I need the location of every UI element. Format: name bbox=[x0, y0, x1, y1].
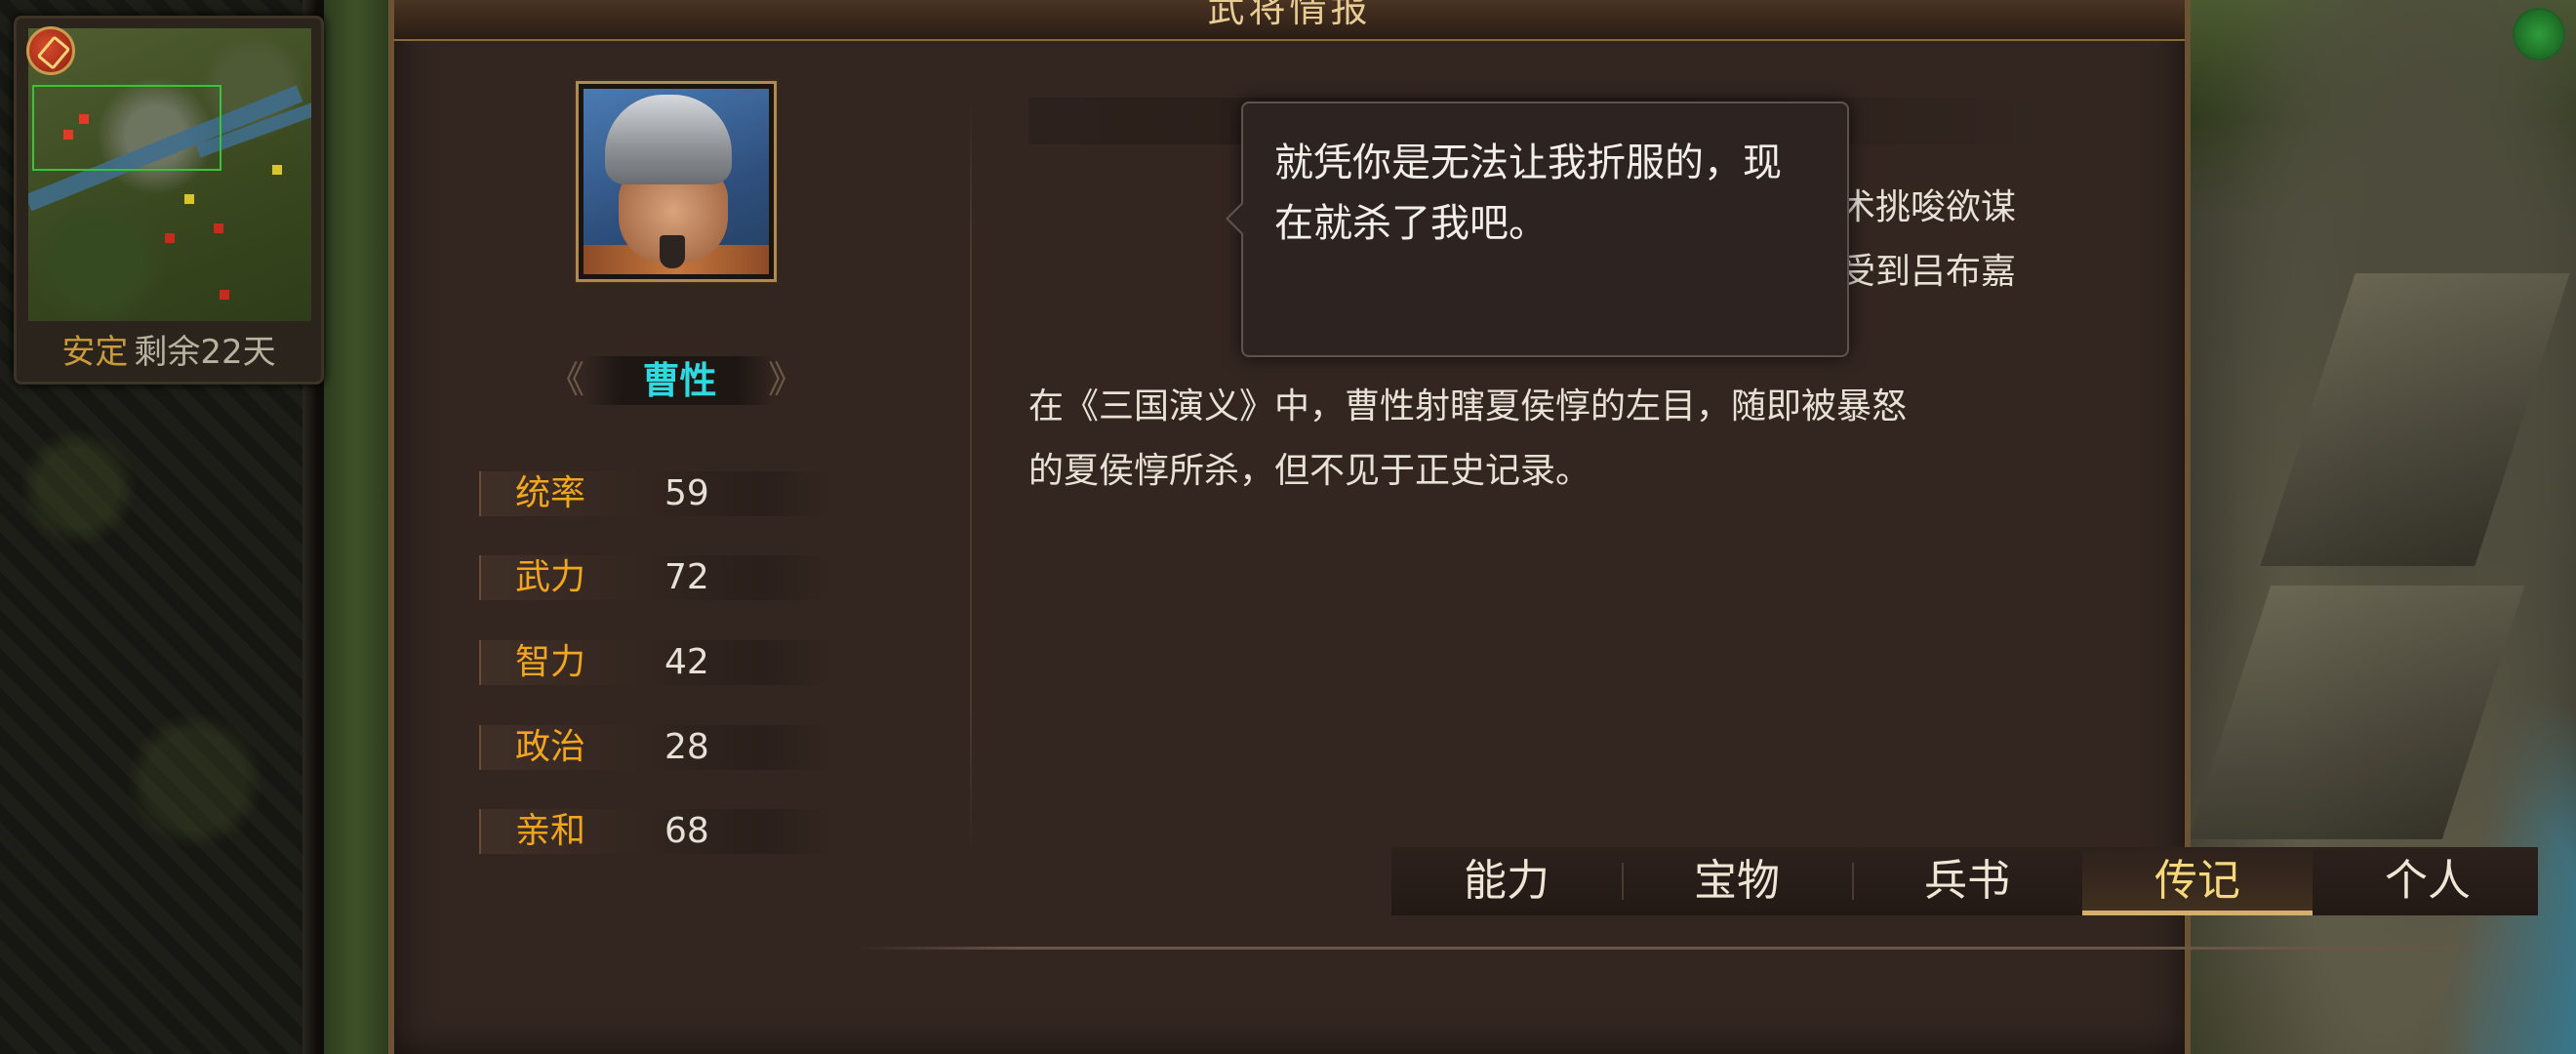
stat-label: 统率 bbox=[515, 473, 586, 513]
stat-label: 武力 bbox=[515, 557, 586, 597]
minimap[interactable] bbox=[28, 28, 311, 321]
stat-label: 亲和 bbox=[515, 811, 586, 851]
stat-value: 42 bbox=[664, 642, 709, 682]
mountain-ridge bbox=[2188, 586, 2525, 839]
minimap-city-marker bbox=[63, 130, 73, 140]
tab-military-book[interactable]: 兵书 bbox=[1852, 847, 2082, 915]
stat-label: 政治 bbox=[515, 727, 586, 767]
general-info-panel: 武将情报 《 曹性 》 统率 59 武力 72 智力 42 政治 28 亲和 6… bbox=[388, 0, 2538, 1054]
bottom-divider bbox=[858, 947, 2512, 950]
green-status-icon[interactable] bbox=[2513, 8, 2565, 61]
minimap-city-marker bbox=[79, 114, 89, 124]
map-terrain-strip bbox=[322, 0, 390, 1054]
stat-row-politics: 政治 28 bbox=[479, 725, 832, 770]
stat-row-affinity: 亲和 68 bbox=[479, 809, 832, 854]
stat-row-intelligence: 智力 42 bbox=[479, 640, 832, 685]
tab-biography[interactable]: 传记 bbox=[2082, 847, 2313, 915]
tab-ability[interactable]: 能力 bbox=[1391, 847, 1622, 915]
info-tabs: 能力 宝物 兵书 传记 个人 bbox=[1391, 847, 2538, 915]
general-portrait[interactable] bbox=[576, 81, 777, 282]
stat-row-leadership: 统率 59 bbox=[479, 471, 832, 516]
status-label: 安定 bbox=[61, 333, 129, 372]
portrait-beard bbox=[660, 235, 685, 268]
biography-line: 在《三国演义》中，曹性射瞎夏侯惇的左目，随即被暴怒 bbox=[1028, 386, 1908, 426]
stat-value: 59 bbox=[664, 473, 709, 513]
general-name-plate: 《 曹性 》 bbox=[545, 356, 814, 405]
stat-value: 68 bbox=[664, 811, 709, 851]
minimap-city-marker bbox=[220, 290, 229, 300]
minimap-city-marker bbox=[165, 233, 175, 243]
general-quote: 就凭你是无法让我折服的，现在就杀了我吧。 bbox=[1274, 141, 1782, 246]
minimap-city-marker bbox=[184, 194, 194, 204]
general-name: 曹性 bbox=[642, 359, 717, 402]
tab-treasure[interactable]: 宝物 bbox=[1622, 847, 1852, 915]
tab-personal[interactable]: 个人 bbox=[2313, 847, 2543, 915]
mountain-ridge bbox=[2260, 273, 2570, 566]
general-quote-bubble: 就凭你是无法让我折服的，现在就杀了我吧。 bbox=[1226, 101, 1849, 357]
stat-value: 28 bbox=[664, 727, 709, 767]
next-general-icon[interactable]: 》 bbox=[768, 358, 805, 401]
red-emblem-icon[interactable] bbox=[26, 26, 75, 75]
portrait-helmet bbox=[605, 95, 732, 184]
minimap-viewport-rect[interactable] bbox=[32, 85, 221, 171]
prev-general-icon[interactable]: 《 bbox=[547, 358, 584, 401]
stat-row-strength: 武力 72 bbox=[479, 555, 832, 600]
biography-line: 的夏侯惇所杀，但不见于正史记录。 bbox=[1028, 451, 1591, 491]
column-divider bbox=[970, 98, 972, 859]
minimap-city-marker bbox=[272, 165, 282, 175]
minimap-city-marker bbox=[214, 223, 223, 233]
province-status: 安定 剩余22天 bbox=[17, 331, 321, 374]
days-remaining: 剩余22天 bbox=[134, 333, 276, 372]
minimap-panel[interactable]: 安定 剩余22天 bbox=[14, 16, 324, 385]
stat-value: 72 bbox=[664, 557, 709, 597]
stat-label: 智力 bbox=[515, 642, 586, 682]
portrait-image bbox=[584, 89, 769, 274]
